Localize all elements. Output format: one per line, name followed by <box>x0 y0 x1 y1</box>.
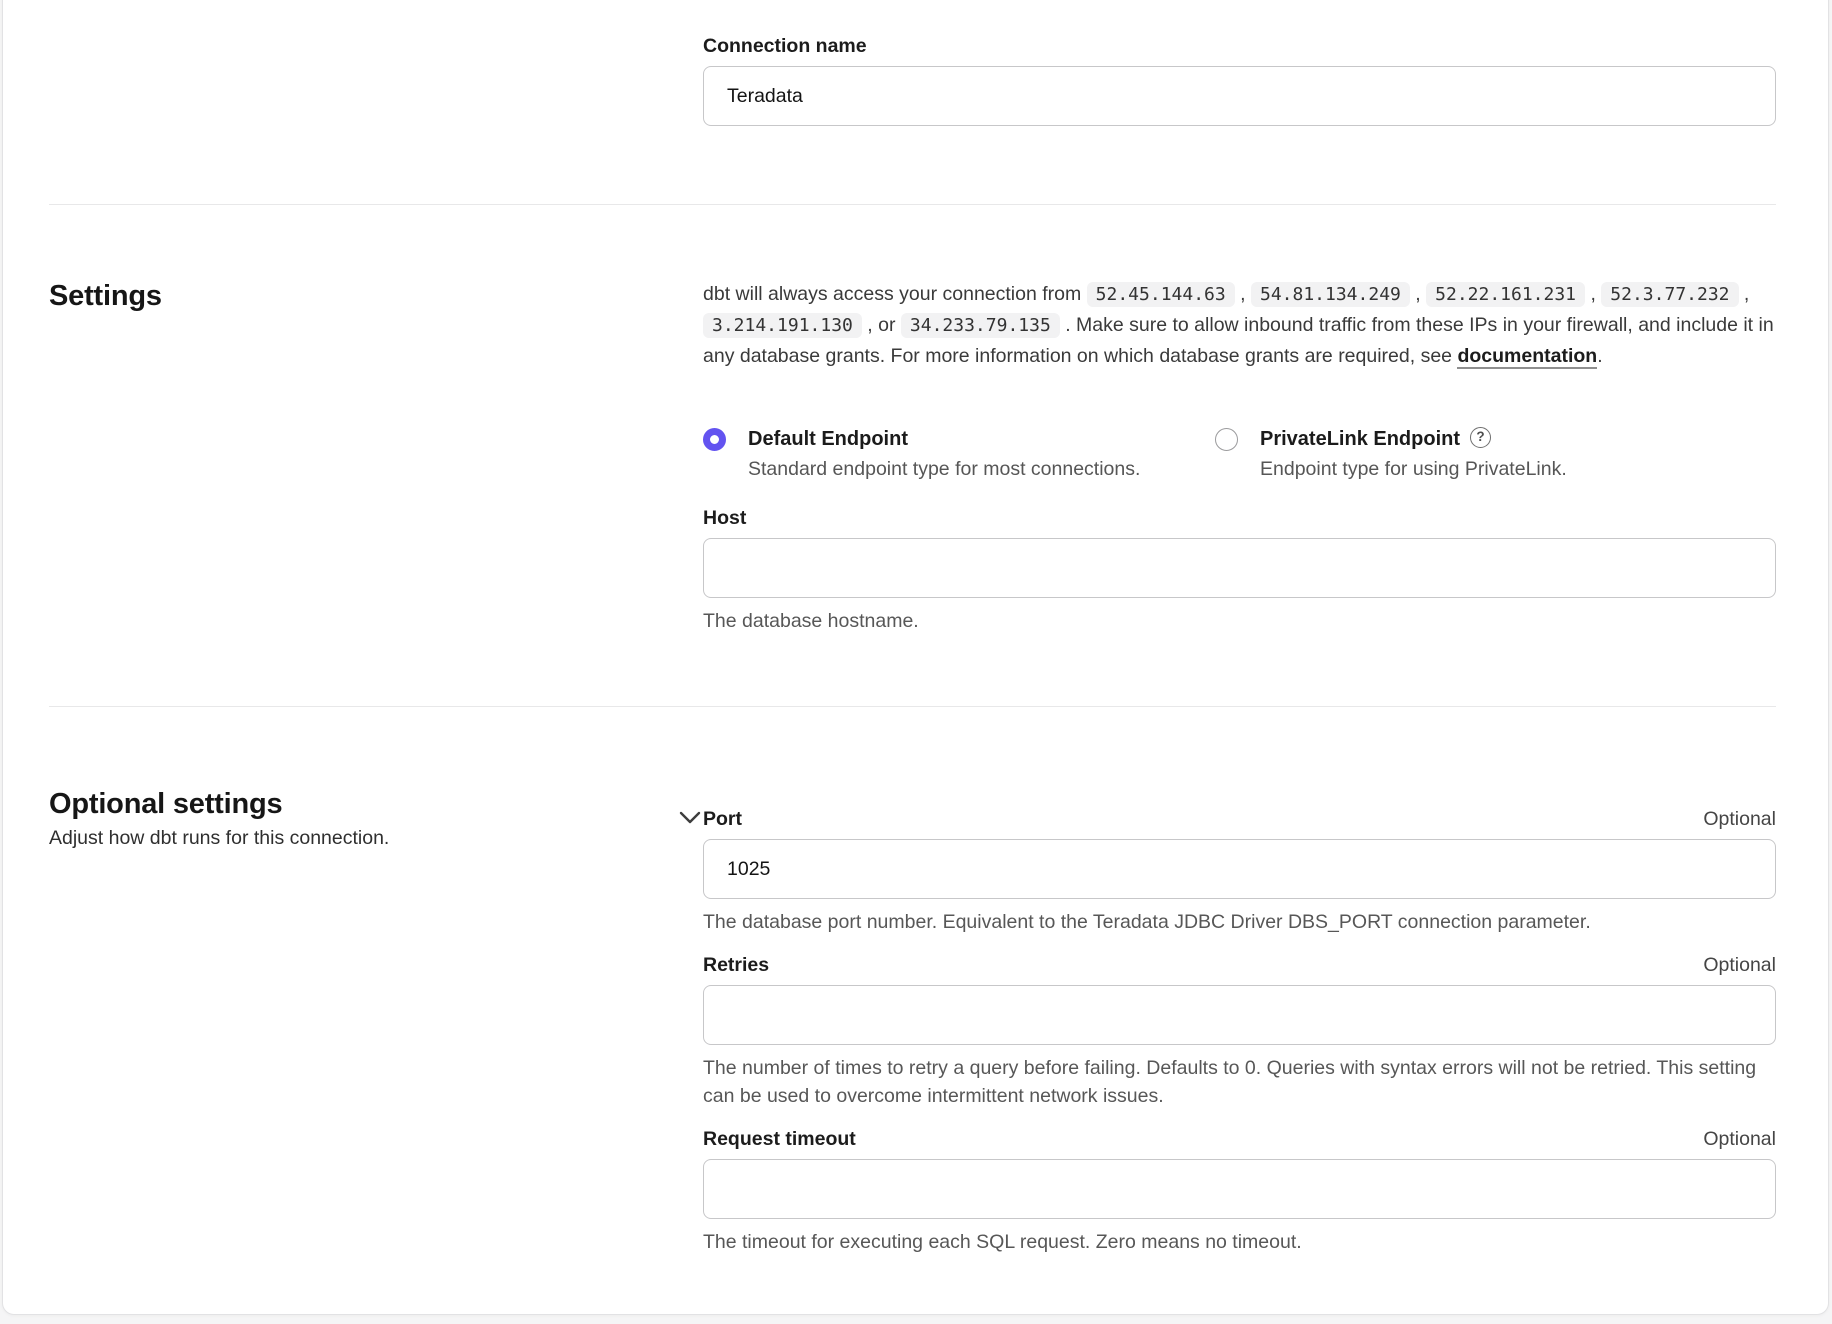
host-label: Host <box>703 505 746 531</box>
endpoint-option-default[interactable]: Default Endpoint Standard endpoint type … <box>703 426 1215 483</box>
retries-hint: The number of times to retry a query bef… <box>703 1054 1776 1110</box>
ip-chip: 3.214.191.130 <box>703 313 862 338</box>
optional-settings-section: Optional settings Adjust how dbt runs fo… <box>49 707 1776 1286</box>
request-timeout-hint: The timeout for executing each SQL reque… <box>703 1228 1776 1256</box>
retries-label: Retries <box>703 952 769 978</box>
privatelink-endpoint-description: Endpoint type for using PrivateLink. <box>1260 455 1567 483</box>
request-timeout-field-group: Request timeout Optional The timeout for… <box>703 1126 1776 1256</box>
default-endpoint-label: Default Endpoint <box>748 426 1215 452</box>
ip-chip: 52.22.161.231 <box>1426 282 1585 307</box>
port-label: Port <box>703 806 742 832</box>
host-field-group: Host The database hostname. <box>703 505 1776 635</box>
optional-settings-heading: Optional settings <box>49 787 703 821</box>
ip-chip: 52.45.144.63 <box>1087 282 1235 307</box>
ip-chip: 52.3.77.232 <box>1601 282 1738 307</box>
collapse-section-button[interactable] <box>677 804 703 830</box>
default-endpoint-description: Standard endpoint type for most connecti… <box>748 455 1215 483</box>
connection-settings-card: Connection name Settings dbt will always… <box>2 0 1829 1315</box>
privatelink-endpoint-label: PrivateLink Endpoint <box>1260 428 1460 450</box>
settings-section: Settings dbt will always access your con… <box>49 205 1776 706</box>
port-input[interactable] <box>703 839 1776 899</box>
retries-field-group: Retries Optional The number of times to … <box>703 952 1776 1110</box>
settings-heading: Settings <box>49 279 703 313</box>
connection-name-label: Connection name <box>703 33 867 59</box>
host-hint: The database hostname. <box>703 607 1776 635</box>
retries-input[interactable] <box>703 985 1776 1045</box>
default-endpoint-radio[interactable] <box>703 428 726 451</box>
connection-name-input[interactable] <box>703 66 1776 126</box>
connection-name-field-group: Connection name <box>703 33 1776 126</box>
port-field-group: Port Optional The database port number. … <box>703 806 1776 936</box>
optional-badge: Optional <box>1703 952 1776 978</box>
port-hint: The database port number. Equivalent to … <box>703 908 1776 936</box>
optional-settings-subtitle: Adjust how dbt runs for this connection. <box>49 825 703 852</box>
chevron-down-icon <box>679 811 701 824</box>
ip-chip: 54.81.134.249 <box>1251 282 1410 307</box>
optional-badge: Optional <box>1703 1126 1776 1152</box>
ip-chip: 34.233.79.135 <box>901 313 1060 338</box>
privatelink-endpoint-radio[interactable] <box>1215 428 1238 451</box>
host-input[interactable] <box>703 538 1776 598</box>
endpoint-radio-group: Default Endpoint Standard endpoint type … <box>703 426 1776 483</box>
optional-badge: Optional <box>1703 806 1776 832</box>
request-timeout-input[interactable] <box>703 1159 1776 1219</box>
documentation-link[interactable]: documentation <box>1457 345 1597 369</box>
help-icon[interactable]: ? <box>1470 427 1491 448</box>
endpoint-option-privatelink[interactable]: PrivateLink Endpoint? Endpoint type for … <box>1215 426 1567 483</box>
connection-name-section: Connection name <box>49 33 1776 204</box>
request-timeout-label: Request timeout <box>703 1126 856 1152</box>
connection-name-left-spacer <box>49 33 703 126</box>
ip-notice: dbt will always access your connection f… <box>703 279 1776 372</box>
